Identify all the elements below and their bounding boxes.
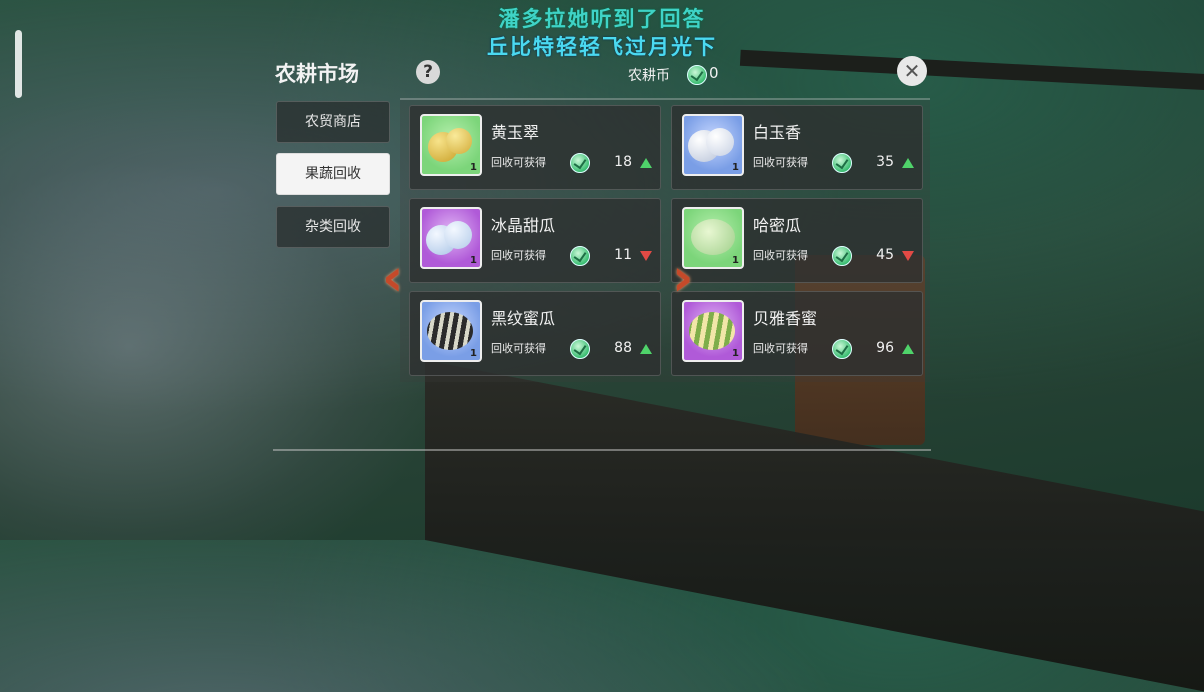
item-card[interactable]: 1 白玉香 回收可获得 35 [671, 105, 923, 190]
reward-label: 回收可获得 [753, 249, 808, 262]
leaf-coin-icon [832, 339, 852, 359]
trend-up-icon [640, 344, 652, 354]
farm-coin-label: 农耕币 [628, 68, 670, 84]
leaf-coin-icon [570, 246, 590, 266]
item-name: 白玉香 [753, 123, 802, 142]
tab-produce-recycle[interactable]: 果蔬回收 [276, 153, 390, 195]
close-icon[interactable]: ✕ [897, 56, 927, 86]
item-qty: 1 [732, 162, 739, 173]
trend-up-icon [902, 158, 914, 168]
leaf-coin-icon [832, 153, 852, 173]
item-qty: 1 [732, 348, 739, 359]
tab-farm-shop[interactable]: 农贸商店 [276, 101, 390, 143]
item-card[interactable]: 1 冰晶甜瓜 回收可获得 11 [409, 198, 661, 283]
reward-label: 回收可获得 [491, 249, 546, 262]
leaf-coin-icon [832, 246, 852, 266]
tab-misc-recycle[interactable]: 杂类回收 [276, 206, 390, 248]
next-page-icon[interactable]: › [672, 252, 693, 304]
item-thumbnail: 1 [682, 300, 744, 362]
item-price: 45 [876, 247, 894, 263]
item-card[interactable]: 1 哈密瓜 回收可获得 45 [671, 198, 923, 283]
item-qty: 1 [470, 348, 477, 359]
item-qty: 1 [470, 162, 477, 173]
item-qty: 1 [470, 255, 477, 266]
trend-up-icon [640, 158, 652, 168]
prev-page-icon[interactable]: ‹ [382, 252, 403, 304]
item-thumbnail: 1 [420, 207, 482, 269]
item-price: 88 [614, 340, 632, 356]
item-price: 96 [876, 340, 894, 356]
item-thumbnail: 1 [420, 300, 482, 362]
leaf-coin-icon [570, 339, 590, 359]
item-name: 黑纹蜜瓜 [491, 309, 556, 328]
trend-down-icon [640, 251, 652, 261]
item-thumbnail: 1 [682, 114, 744, 176]
item-price: 11 [614, 247, 632, 263]
reward-label: 回收可获得 [753, 342, 808, 355]
reward-label: 回收可获得 [491, 156, 546, 169]
leaf-coin-icon [570, 153, 590, 173]
trend-up-icon [902, 344, 914, 354]
item-name: 冰晶甜瓜 [491, 216, 556, 235]
reward-label: 回收可获得 [491, 342, 546, 355]
item-card[interactable]: 1 贝雅香蜜 回收可获得 96 [671, 291, 923, 376]
item-qty: 1 [732, 255, 739, 266]
item-name: 贝雅香蜜 [753, 309, 818, 328]
leaf-coin-icon [687, 65, 707, 85]
trend-down-icon [902, 251, 914, 261]
farm-coin-value: 0 [709, 64, 719, 82]
reward-label: 回收可获得 [753, 156, 808, 169]
footer-divider [273, 449, 931, 451]
panel-title: 农耕市场 [275, 62, 359, 86]
lyric-line-2: 丘比特轻轻飞过月光下 [487, 35, 717, 59]
item-name: 黄玉翠 [491, 123, 540, 142]
item-name: 哈密瓜 [753, 216, 802, 235]
lyric-line-1: 潘多拉她听到了回答 [498, 7, 706, 31]
item-price: 35 [876, 154, 894, 170]
item-thumbnail: 1 [420, 114, 482, 176]
item-card[interactable]: 1 黄玉翠 回收可获得 18 [409, 105, 661, 190]
item-price: 18 [614, 154, 632, 170]
help-icon[interactable]: ? [416, 60, 440, 84]
item-card[interactable]: 1 黑纹蜜瓜 回收可获得 88 [409, 291, 661, 376]
